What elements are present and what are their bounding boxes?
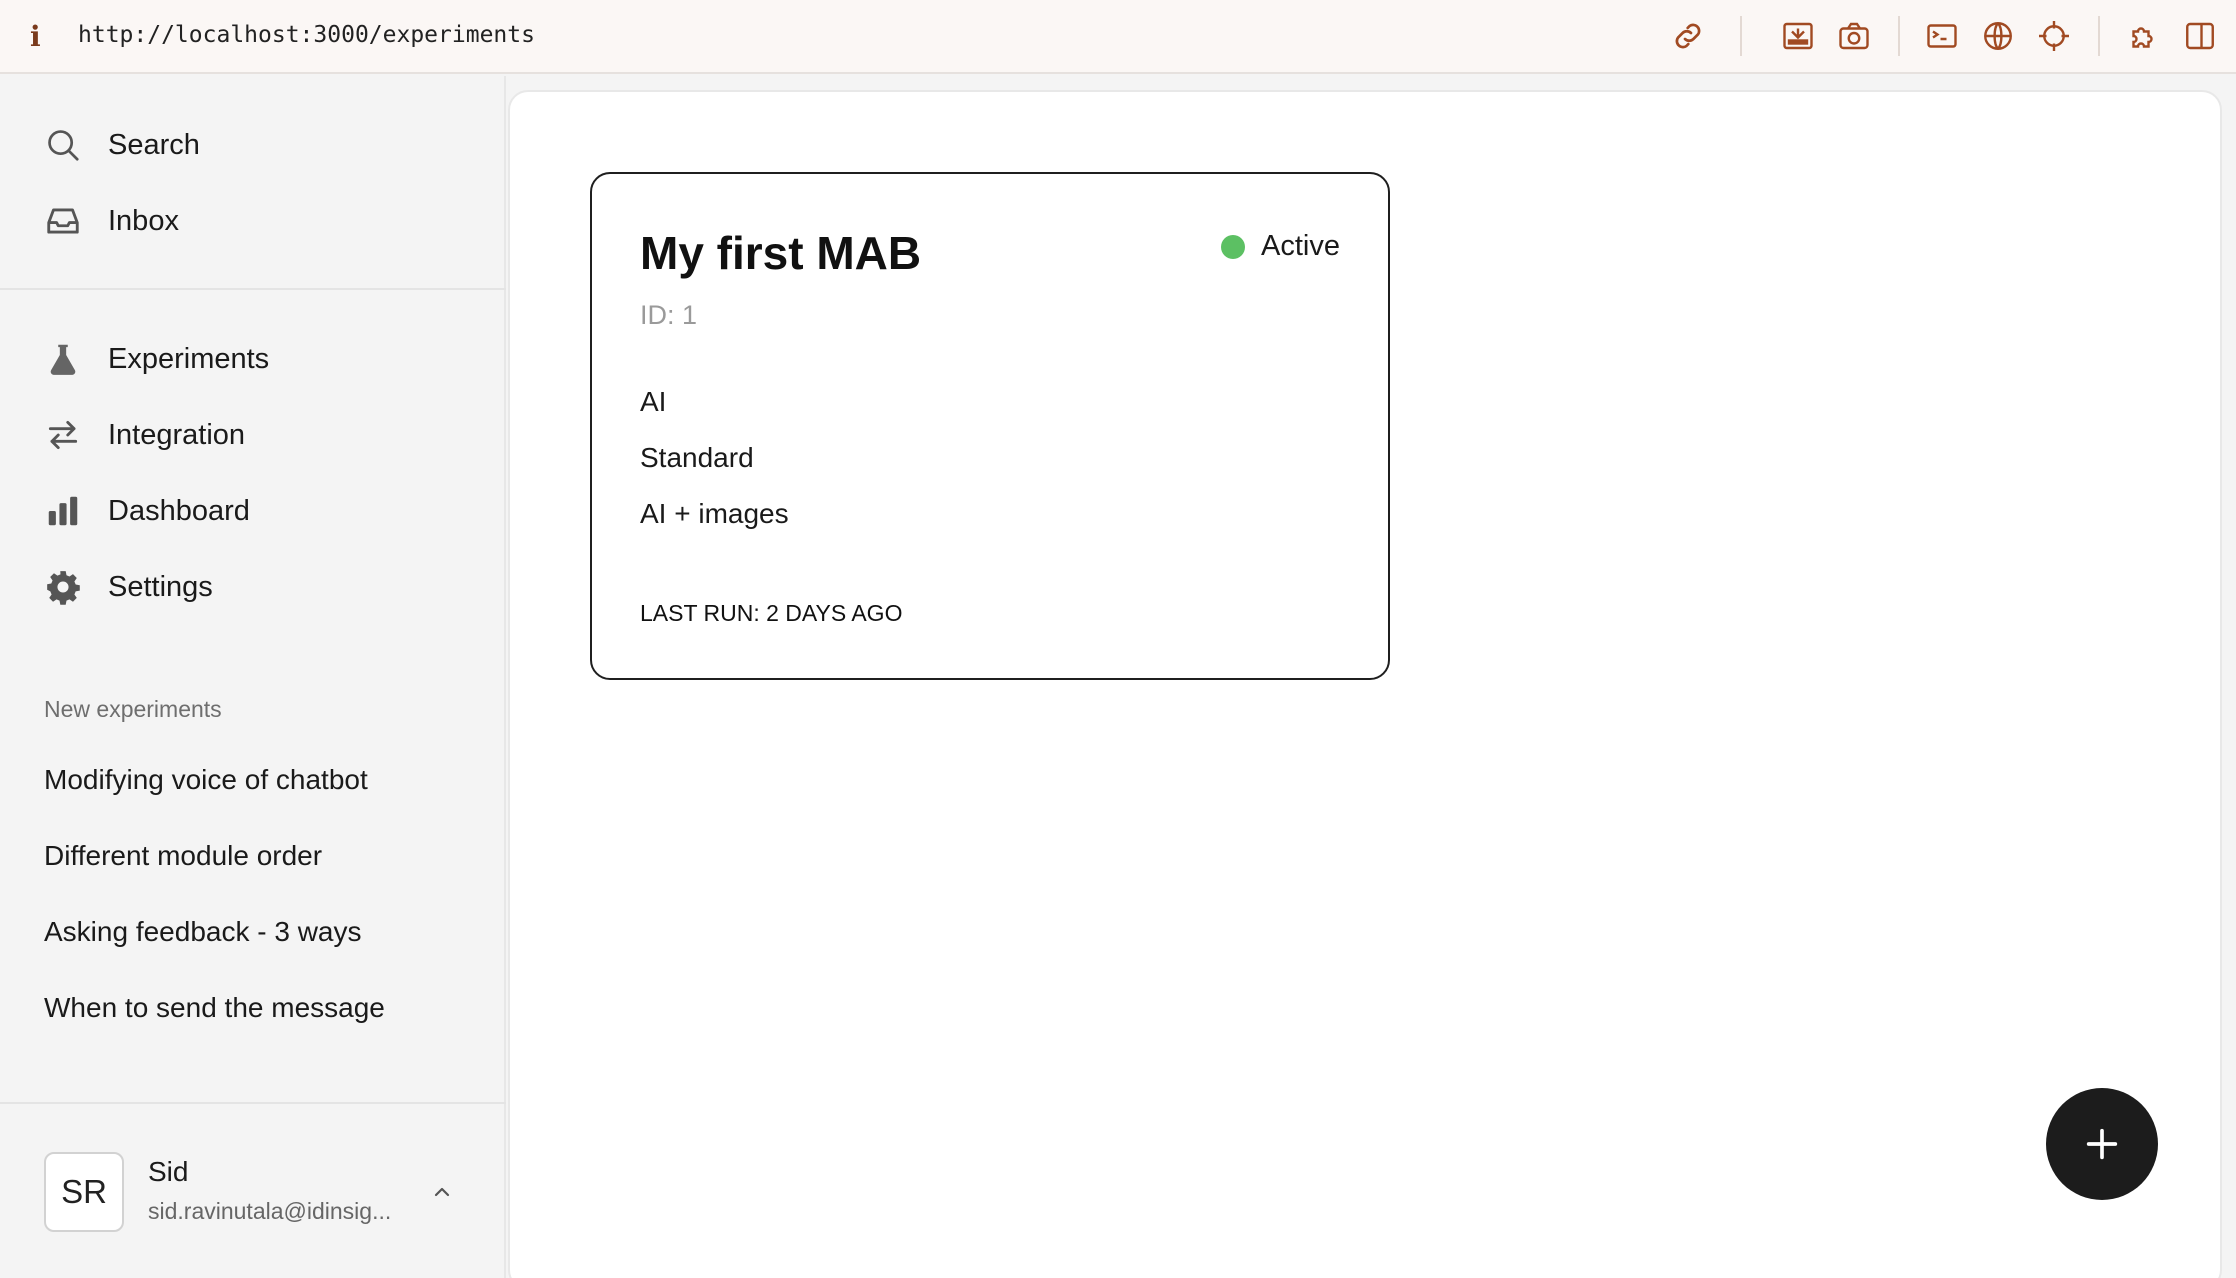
experiment-card[interactable]: My first MAB ID: 1 Active AI Standard AI… (590, 172, 1390, 680)
new-experiment-link[interactable]: Asking feedback - 3 ways (44, 916, 362, 948)
toolbar-separator (1740, 16, 1742, 56)
gear-icon (44, 568, 82, 606)
globe-icon[interactable] (1980, 18, 2016, 54)
sidebar-item-integration[interactable]: Integration (44, 410, 245, 460)
address-bar-url[interactable]: http://localhost:3000/experiments (78, 22, 535, 48)
sidebar-item-settings[interactable]: Settings (44, 562, 213, 612)
screenshot-area-icon[interactable] (1780, 18, 1816, 54)
new-experiments-heading: New experiments (44, 696, 222, 722)
sidebar-item-experiments[interactable]: Experiments (44, 334, 269, 384)
new-experiment-link[interactable]: When to send the message (44, 992, 385, 1024)
camera-icon[interactable] (1836, 18, 1872, 54)
status-dot (1221, 234, 1246, 259)
crosshair-icon[interactable] (2036, 18, 2072, 54)
user-profile[interactable]: SR Sid sid.ravinutala@idinsig... (44, 1152, 464, 1232)
toolbar-separator (1898, 16, 1900, 56)
last-run-text: LAST RUN: 2 DAYS AGO (640, 600, 903, 626)
user-name: Sid (148, 1156, 189, 1187)
sidebar-item-label: Settings (108, 570, 213, 603)
new-experiment-link[interactable]: Different module order (44, 840, 322, 872)
bar-chart-icon (44, 492, 82, 530)
experiment-title: My first MAB (640, 227, 922, 279)
experiment-arm: Standard (640, 442, 754, 473)
status-label: Active (1261, 230, 1340, 262)
inbox-icon (44, 202, 82, 240)
browser-toolbar: i http://localhost:3000/experiments (0, 0, 2236, 74)
sidebar-item-label: Search (108, 128, 200, 161)
experiment-arm: AI + images (640, 498, 789, 529)
sidebar-item-label: Dashboard (108, 494, 250, 527)
plus-icon (2086, 1128, 2118, 1160)
site-info-icon[interactable]: i (30, 20, 41, 53)
sidebar-item-search[interactable]: Search (44, 120, 200, 170)
status-badge: Active (1221, 230, 1340, 263)
main-panel: My first MAB ID: 1 Active AI Standard AI… (508, 90, 2222, 1278)
sidebar-item-label: Integration (108, 418, 246, 451)
split-view-icon[interactable] (2182, 18, 2218, 54)
flask-icon (44, 340, 82, 378)
add-experiment-button[interactable] (2046, 1088, 2158, 1200)
terminal-icon[interactable] (1924, 18, 1960, 54)
link-icon[interactable] (1670, 18, 1706, 54)
search-icon (44, 126, 82, 164)
experiment-arm: AI (640, 386, 667, 417)
sidebar-item-dashboard[interactable]: Dashboard (44, 486, 250, 536)
sidebar-divider (0, 288, 506, 290)
avatar: SR (44, 1152, 124, 1232)
sidebar-item-label: Experiments (108, 342, 270, 375)
extensions-icon[interactable] (2126, 18, 2162, 54)
chevron-up-icon[interactable] (430, 1180, 454, 1204)
sidebar-item-label: Inbox (108, 204, 179, 237)
sidebar: Search Inbox Experiments Integration Das… (0, 76, 506, 1278)
sidebar-item-inbox[interactable]: Inbox (44, 196, 179, 246)
experiment-id: ID: 1 (640, 300, 698, 330)
arrows-exchange-icon (44, 416, 82, 454)
toolbar-separator (2098, 16, 2100, 56)
sidebar-divider (0, 1102, 506, 1104)
user-email: sid.ravinutala@idinsig... (148, 1198, 392, 1224)
new-experiment-link[interactable]: Modifying voice of chatbot (44, 764, 368, 796)
